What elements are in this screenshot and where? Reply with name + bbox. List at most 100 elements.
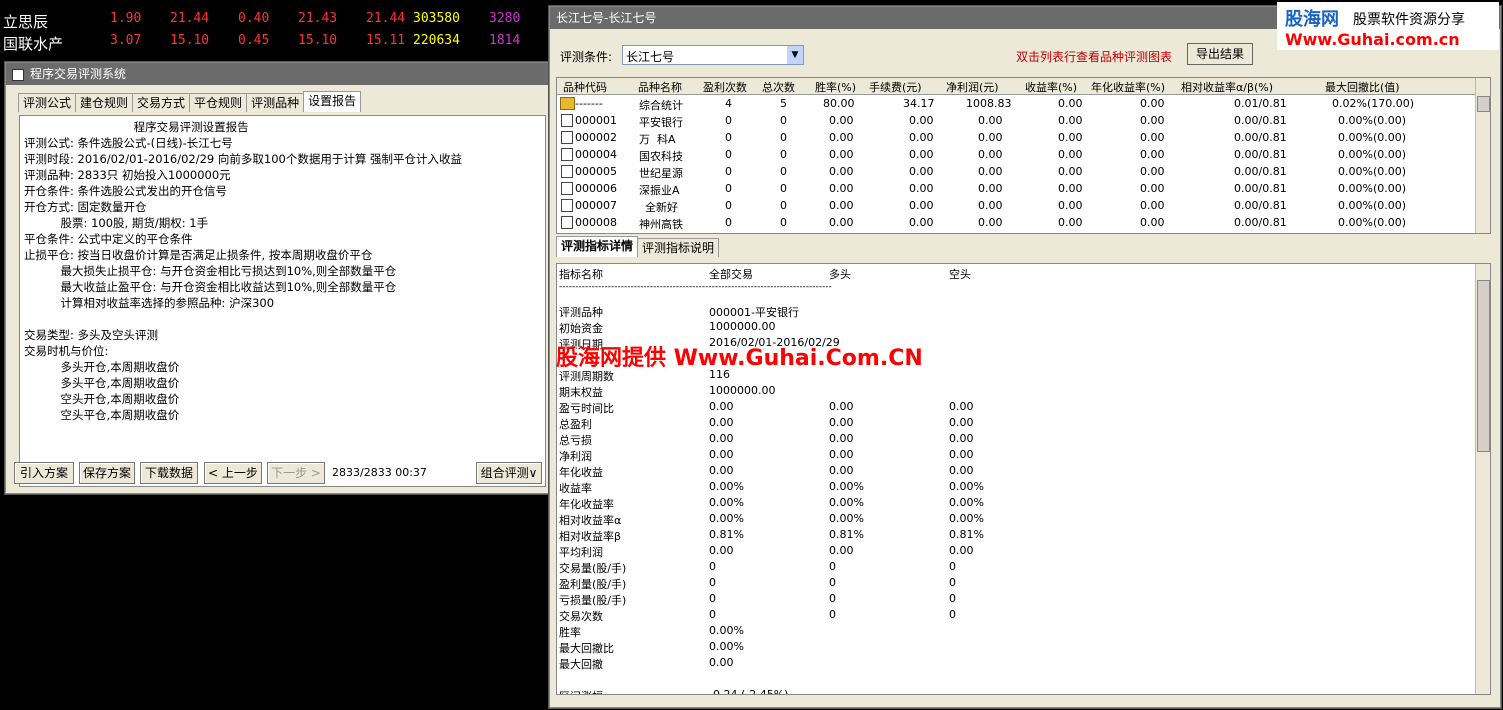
metric-value: 0 bbox=[709, 576, 716, 589]
scroll-thumb[interactable] bbox=[1477, 280, 1490, 452]
stock-row[interactable]: 国联水产 3.07 15.10 0.45 15.10 15.11 220634 … bbox=[0, 31, 560, 53]
tab-explain[interactable]: 评测指标说明 bbox=[637, 238, 720, 257]
window-titlebar[interactable]: 程序交易评测系统 bbox=[6, 63, 551, 85]
metric-value: 0 bbox=[829, 576, 836, 589]
column-header[interactable]: 品种代码 bbox=[563, 79, 607, 95]
detail-header: 多头 bbox=[829, 268, 851, 281]
stock-value: 0.45 bbox=[238, 33, 270, 48]
column-header[interactable]: 盈利次数 bbox=[703, 79, 747, 95]
metric-value: 0.00% bbox=[709, 512, 744, 525]
table-row[interactable]: 000002 万 科A 0 0 0.00 0.00 0.00 0.00 0.00… bbox=[557, 129, 1477, 146]
stock-value: 21.43 bbox=[298, 11, 338, 26]
logo-subtitle: 股票软件资源分享 bbox=[1353, 12, 1465, 28]
download-data-button[interactable]: 下载数据 bbox=[140, 462, 198, 484]
metric-name: 盈利量(股/手) bbox=[559, 578, 627, 591]
metric-value: 0.00 bbox=[829, 544, 854, 557]
table-scrollbar[interactable] bbox=[1475, 78, 1490, 233]
tab-report[interactable]: 设置报告 bbox=[303, 91, 362, 112]
cell-alpha-beta: 0.00/0.81 bbox=[1234, 199, 1287, 212]
tab-detail[interactable]: 评测指标详情 bbox=[556, 236, 639, 257]
center-watermark: 股海网提供 Www.Guhai.Com.CN bbox=[556, 346, 923, 371]
column-header[interactable]: 胜率(%) bbox=[815, 79, 856, 95]
stock-value: 0.40 bbox=[238, 11, 270, 26]
cell-wins: 0 bbox=[725, 182, 732, 195]
report-line: 评测品种: 2833只 初始投入1000000元 bbox=[24, 168, 231, 182]
save-plan-button[interactable]: 保存方案 bbox=[79, 462, 135, 484]
cell-total: 0 bbox=[780, 216, 787, 229]
metric-name: 年化收益率 bbox=[559, 498, 614, 511]
metric-value: 0.00% bbox=[709, 480, 744, 493]
column-header[interactable]: 品种名称 bbox=[638, 79, 682, 95]
next-step-button[interactable]: 下一步 > bbox=[267, 462, 325, 484]
scroll-thumb[interactable] bbox=[1477, 96, 1490, 112]
combo-eval-button[interactable]: 组合评测∨ bbox=[476, 462, 542, 484]
table-row[interactable]: 000007 全新好 0 0 0.00 0.00 0.00 0.00 0.00 … bbox=[557, 197, 1477, 214]
condition-label: 评测条件: bbox=[560, 50, 613, 64]
stock-name: 立思辰 bbox=[3, 13, 49, 31]
cell-total: 0 bbox=[780, 131, 787, 144]
logo-watermark: 股海网 股票软件资源分享 Www.Guhai.com.cn bbox=[1277, 2, 1499, 50]
cell-name: 全新好 bbox=[645, 201, 678, 214]
stock-row[interactable]: 立思辰 1.90 21.44 0.40 21.43 21.44 303580 3… bbox=[0, 9, 560, 31]
cell-name: 综合统计 bbox=[639, 99, 683, 112]
cell-drawdown: 0.02%(170.00) bbox=[1332, 97, 1415, 110]
cell-profit: 0.00 bbox=[978, 114, 1003, 127]
cell-code: 000005 bbox=[575, 165, 617, 178]
tab-formula[interactable]: 评测公式 bbox=[18, 93, 77, 112]
metric-name: 净利润 bbox=[559, 450, 592, 463]
table-row[interactable]: ------- 综合统计 4 5 80.00 34.17 1008.83 0.0… bbox=[557, 95, 1477, 112]
table-row[interactable]: 000008 神州高铁 0 0 0.00 0.00 0.00 0.00 0.00… bbox=[557, 214, 1477, 231]
tab-close-rules[interactable]: 平仓规则 bbox=[189, 93, 248, 112]
tab-open-rules[interactable]: 建仓规则 bbox=[75, 93, 134, 112]
column-header[interactable]: 年化收益率(%) bbox=[1091, 79, 1165, 95]
table-header: 品种代码 品种名称 盈利次数 总次数 胜率(%) 手续费(元) 净利润(元) 收… bbox=[557, 78, 1477, 95]
metric-value: 0.00 bbox=[949, 416, 974, 429]
table-row[interactable]: 000005 世纪星源 0 0 0.00 0.00 0.00 0.00 0.00… bbox=[557, 163, 1477, 180]
window-title: 长江七号-长江七号 bbox=[556, 11, 657, 25]
cell-code: 000008 bbox=[575, 216, 617, 229]
table-row[interactable]: 000001 平安银行 0 0 0.00 0.00 0.00 0.00 0.00… bbox=[557, 112, 1477, 129]
column-header[interactable]: 净利润(元) bbox=[946, 79, 999, 95]
chevron-down-icon[interactable]: ▼ bbox=[787, 46, 803, 64]
file-icon bbox=[561, 216, 573, 229]
window-icon bbox=[12, 68, 24, 81]
metric-value: 0 bbox=[829, 608, 836, 621]
metric-value: 0.81% bbox=[709, 528, 744, 541]
cell-return: 0.00 bbox=[1058, 148, 1083, 161]
column-header[interactable]: 收益率(%) bbox=[1025, 79, 1077, 95]
detail-panel: 指标名称 全部交易 多头 空头 ------------------------… bbox=[556, 263, 1491, 695]
condition-select[interactable]: 长江七号 ▼ bbox=[622, 45, 804, 65]
metric-value: 0 bbox=[949, 576, 956, 589]
metric-value: 0 bbox=[829, 592, 836, 605]
column-header[interactable]: 手续费(元) bbox=[869, 79, 922, 95]
prev-step-button[interactable]: < 上一步 bbox=[204, 462, 262, 484]
cell-alpha-beta: 0.00/0.81 bbox=[1234, 148, 1287, 161]
metric-value: 0 bbox=[829, 560, 836, 573]
cell-drawdown: 0.00%(0.00) bbox=[1338, 182, 1407, 195]
table-row[interactable]: 000004 国农科技 0 0 0.00 0.00 0.00 0.00 0.00… bbox=[557, 146, 1477, 163]
report-line: 最大收益止盈平仓: 与开仓资金相比收益达到10%,则全部数量平仓 bbox=[24, 280, 397, 294]
cell-name: 神州高铁 bbox=[639, 218, 683, 231]
metric-value: 0.00 bbox=[949, 432, 974, 445]
export-results-button[interactable]: 导出结果 bbox=[1187, 43, 1253, 65]
cell-annual: 0.00 bbox=[1140, 148, 1165, 161]
metric-value: 0.00% bbox=[949, 496, 984, 509]
window-title: 程序交易评测系统 bbox=[30, 67, 127, 81]
tab-eval-symbols[interactable]: 评测品种 bbox=[246, 93, 305, 112]
tab-trade-mode[interactable]: 交易方式 bbox=[132, 93, 191, 112]
metric-name: 最大回撤比 bbox=[559, 642, 614, 655]
cell-total: 5 bbox=[780, 97, 787, 110]
metric-name: 交易次数 bbox=[559, 610, 603, 623]
import-plan-button[interactable]: 引入方案 bbox=[14, 462, 74, 484]
cell-alpha-beta: 0.00/0.81 bbox=[1234, 216, 1287, 229]
column-header[interactable]: 相对收益率α/β(%) bbox=[1181, 79, 1273, 95]
table-row[interactable]: 000006 深振业A 0 0 0.00 0.00 0.00 0.00 0.00… bbox=[557, 180, 1477, 197]
detail-scrollbar[interactable] bbox=[1475, 264, 1490, 694]
cell-fee: 0.00 bbox=[909, 165, 934, 178]
column-header[interactable]: 总次数 bbox=[762, 79, 795, 95]
cell-code: 000001 bbox=[575, 114, 617, 127]
column-header[interactable]: 最大回撤比(值) bbox=[1325, 79, 1400, 95]
metric-value: 0.00 bbox=[829, 432, 854, 445]
report-line: 评测时段: 2016/02/01-2016/02/29 向前多取100个数据用于… bbox=[24, 152, 463, 166]
cell-profit: 0.00 bbox=[978, 148, 1003, 161]
